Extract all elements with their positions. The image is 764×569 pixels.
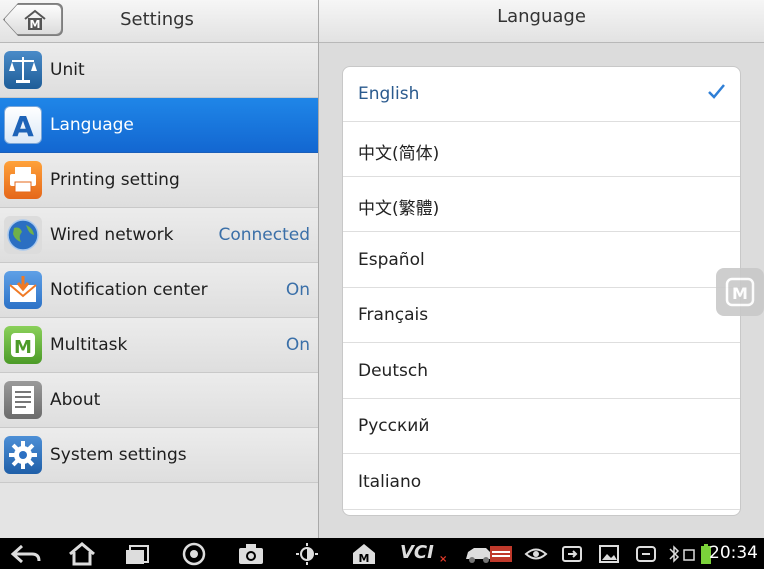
- checkmark-icon: [708, 84, 725, 99]
- brightness-icon[interactable]: [292, 542, 322, 566]
- sidebar-item-about[interactable]: About: [0, 373, 318, 428]
- sidebar-item-wired-network[interactable]: Wired network Connected: [0, 208, 318, 263]
- language-label: Español: [358, 250, 425, 270]
- language-label: Deutsch: [358, 361, 428, 381]
- settings-sidebar: Unit A Language Printing setting Wired n…: [0, 43, 318, 538]
- sidebar-item-status: On: [285, 280, 310, 300]
- home-m-icon: M: [24, 9, 46, 31]
- language-option-english[interactable]: English: [343, 67, 740, 122]
- maxisys-float-icon: M: [725, 277, 755, 307]
- language-label: Italiano: [358, 472, 422, 492]
- screen-icon[interactable]: [560, 542, 584, 566]
- scale-icon: [4, 51, 42, 89]
- globe-icon: [4, 216, 42, 254]
- sidebar-item-label: Notification center: [50, 280, 208, 300]
- language-a-icon: A: [4, 106, 42, 144]
- maxisys-icon[interactable]: M: [350, 542, 378, 566]
- printer-icon: [4, 161, 42, 199]
- home-icon[interactable]: [66, 542, 98, 566]
- sidebar-item-label: Wired network: [50, 225, 174, 245]
- svg-text:M: M: [732, 284, 748, 303]
- sidebar-item-label: Multitask: [50, 335, 128, 355]
- sidebar-item-label: Unit: [50, 60, 85, 80]
- sidebar-item-multitask[interactable]: M Multitask On: [0, 318, 318, 373]
- vci-status-x: ×: [438, 554, 448, 565]
- language-option-spanish[interactable]: Español: [343, 233, 740, 288]
- page-title-language: Language: [497, 6, 586, 27]
- language-label: 中文(简体): [358, 144, 440, 164]
- car-icon[interactable]: [462, 542, 514, 566]
- sidebar-item-system-settings[interactable]: System settings: [0, 428, 318, 483]
- svg-text:M: M: [30, 18, 41, 31]
- language-label: English: [358, 84, 420, 104]
- language-label: Русский: [358, 416, 430, 436]
- svg-text:A: A: [12, 110, 34, 143]
- system-bar: M VCI × 20:34: [0, 538, 764, 569]
- back-icon[interactable]: [10, 542, 42, 566]
- language-panel: English 中文(简体) 中文(繁體) Español Français D…: [319, 43, 764, 538]
- camera-icon[interactable]: [236, 542, 266, 566]
- language-option-german[interactable]: Deutsch: [343, 344, 740, 399]
- language-label: 中文(繁體): [358, 199, 440, 219]
- vci-label: VCI: [400, 542, 434, 563]
- language-option-french[interactable]: Français: [343, 288, 740, 343]
- eye-icon[interactable]: [524, 542, 548, 566]
- svg-text:M: M: [359, 552, 370, 565]
- gear-icon: [4, 436, 42, 474]
- page-title-settings: Settings: [120, 9, 194, 30]
- language-option-chinese-traditional[interactable]: 中文(繁體): [343, 177, 740, 232]
- gallery-icon[interactable]: [597, 542, 621, 566]
- language-option-chinese-simplified[interactable]: 中文(简体): [343, 122, 740, 177]
- language-label: Français: [358, 305, 429, 325]
- notification-icon: [4, 271, 42, 309]
- language-option-italian[interactable]: Italiano: [343, 455, 740, 510]
- recent-apps-icon[interactable]: [122, 542, 154, 566]
- svg-text:M: M: [14, 337, 32, 358]
- multitask-icon: M: [4, 326, 42, 364]
- sidebar-item-notification-center[interactable]: Notification center On: [0, 263, 318, 318]
- sidebar-item-status: On: [285, 335, 310, 355]
- sidebar-item-unit[interactable]: Unit: [0, 43, 318, 98]
- sidebar-item-printing[interactable]: Printing setting: [0, 153, 318, 208]
- sidebar-item-label: Printing setting: [50, 170, 180, 190]
- sidebar-item-status: Connected: [218, 225, 310, 245]
- vci-icon[interactable]: VCI ×: [400, 542, 447, 566]
- bluetooth-icon: [669, 545, 680, 563]
- sidebar-item-label: About: [50, 390, 101, 410]
- sidebar-item-label: Language: [50, 115, 134, 135]
- chrome-icon[interactable]: [180, 542, 208, 566]
- sidebar-item-language[interactable]: A Language: [0, 98, 318, 153]
- record-icon[interactable]: [634, 542, 658, 566]
- sidebar-item-label: System settings: [50, 445, 187, 465]
- network-icon: [683, 549, 695, 561]
- floating-maxisys-button[interactable]: M: [716, 268, 764, 316]
- language-option-russian[interactable]: Русский: [343, 399, 740, 454]
- language-list: English 中文(简体) 中文(繁體) Español Français D…: [342, 66, 741, 516]
- clock: 20:34: [709, 543, 758, 563]
- document-icon: [4, 381, 42, 419]
